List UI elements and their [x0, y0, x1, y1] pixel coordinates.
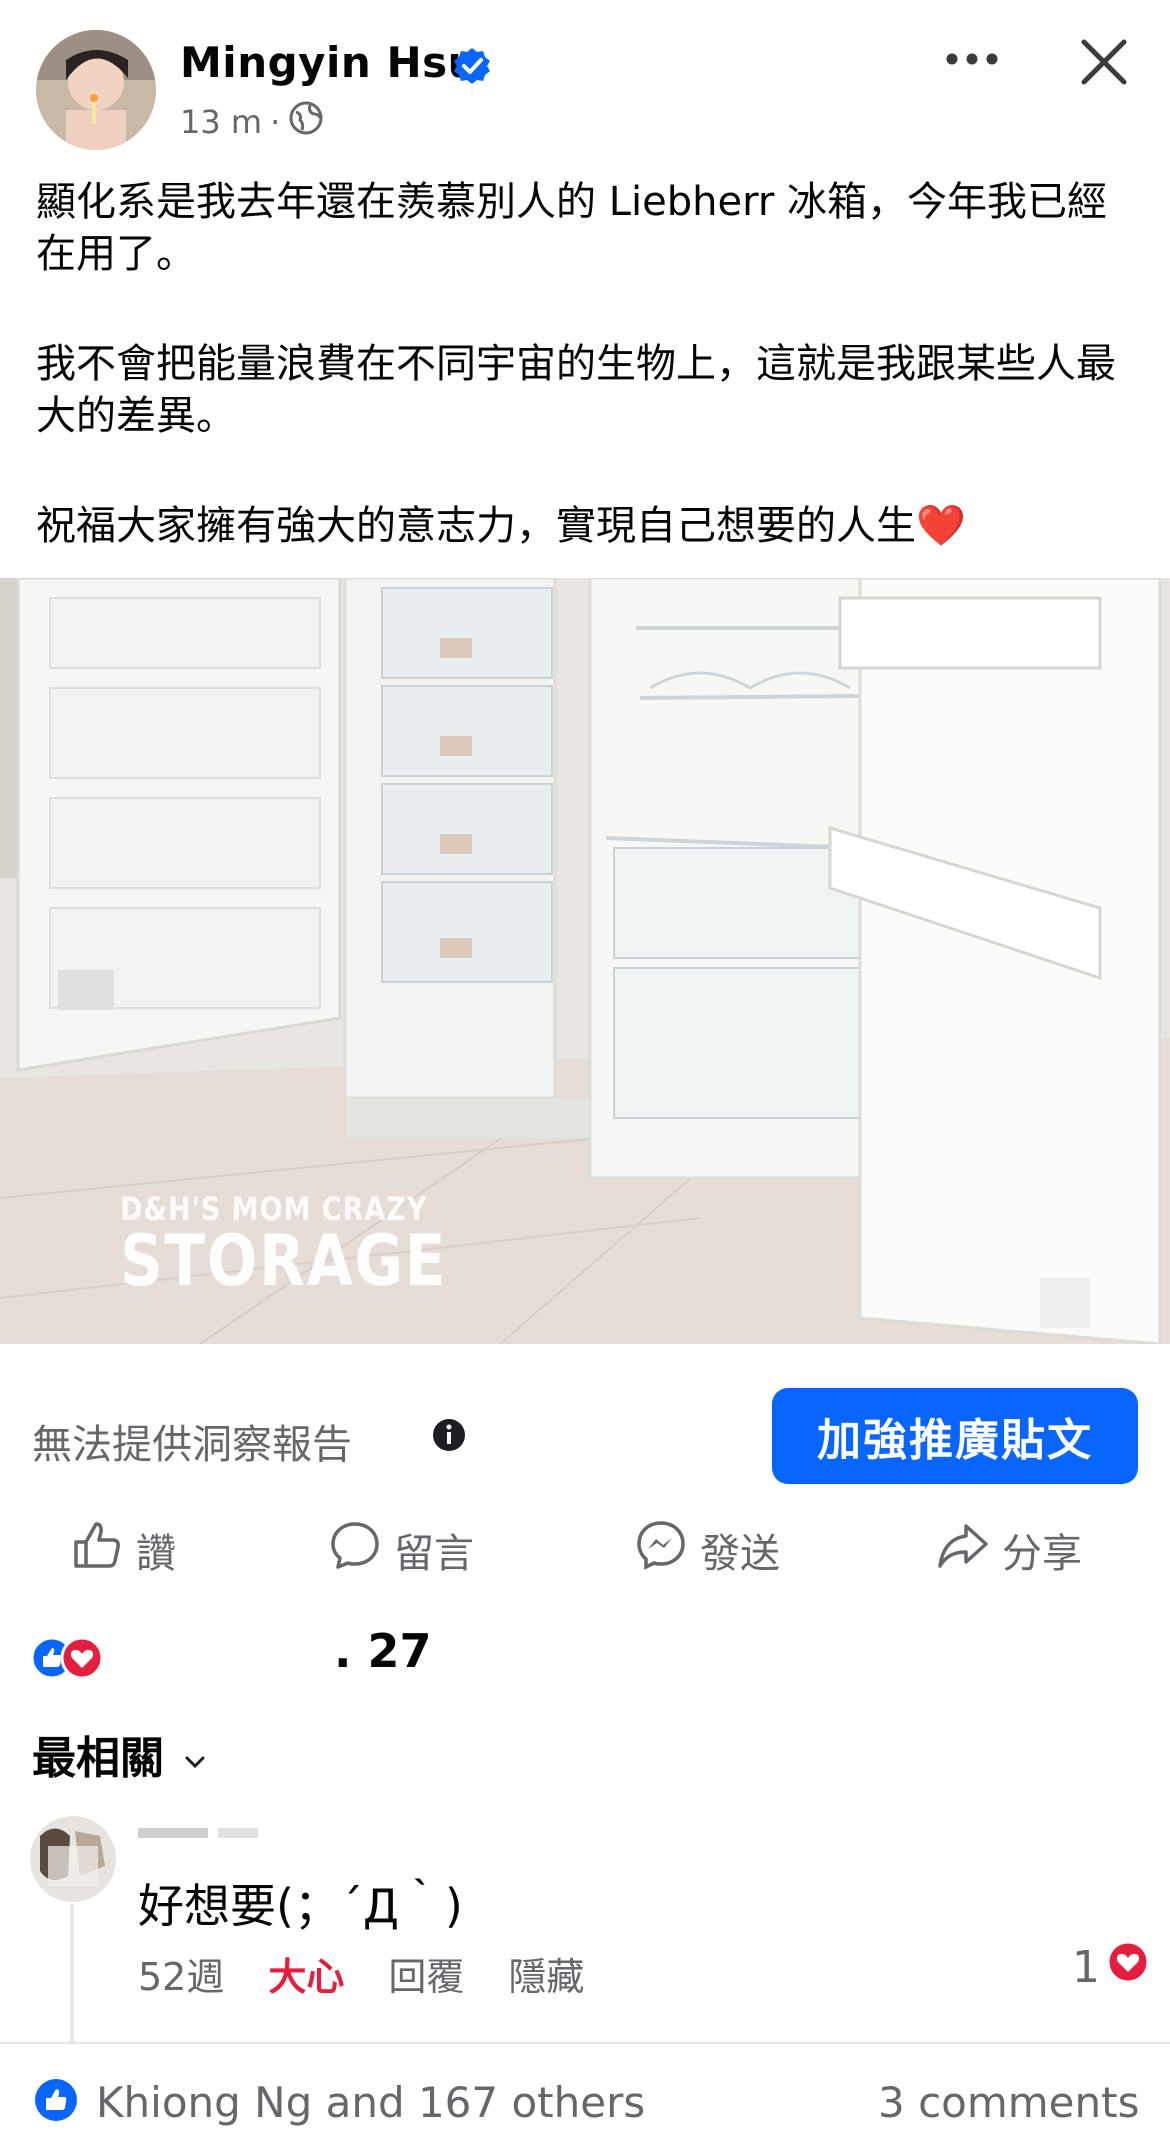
comment-hide-button[interactable]: 隱藏	[508, 1946, 584, 2001]
footer-likes-text[interactable]: Khiong Ng and 167 others	[96, 2078, 645, 2127]
comment-action[interactable]: 留言	[328, 1518, 474, 1582]
verified-badge-icon	[452, 46, 492, 86]
author-name[interactable]: Mingyin Hsu	[180, 38, 478, 87]
comment-reaction-button[interactable]: 大心	[268, 1946, 344, 2001]
heart-icon	[1106, 1940, 1150, 1995]
footer-comments-count[interactable]: 3 comments	[878, 2078, 1140, 2127]
comment-thread-line	[70, 1904, 74, 2044]
chevron-down-icon	[184, 1729, 206, 1780]
more-options-icon[interactable]	[942, 44, 1002, 74]
share-icon	[936, 1518, 990, 1582]
insights-unavailable-text: 無法提供洞察報告	[32, 1422, 352, 1468]
share-action-label: 分享	[1002, 1531, 1082, 1577]
comment-reply-button[interactable]: 回覆	[388, 1946, 464, 2001]
thumbs-up-icon	[34, 2078, 78, 2122]
author-avatar[interactable]	[36, 30, 156, 150]
thumbs-up-icon	[70, 1518, 124, 1582]
post-text-paragraph-2: 我不會把能量浪費在不同宇宙的生物上，這就是我跟某些人最大的差異。	[36, 341, 1116, 439]
send-action[interactable]: 發送	[634, 1518, 780, 1582]
comment-reaction-count[interactable]: 1	[1072, 1940, 1150, 1995]
reaction-icons[interactable]	[30, 1636, 120, 1680]
messenger-icon	[634, 1518, 688, 1582]
like-action[interactable]: 讚	[70, 1518, 176, 1582]
comment-sort-dropdown[interactable]: 最相關	[32, 1722, 206, 1786]
photo-watermark-bottom: STORAGE	[120, 1220, 448, 1302]
comment-icon	[328, 1518, 382, 1582]
comment-reaction-number: 1	[1072, 1942, 1100, 1993]
comment-text: 好想要(；´Д｀)	[138, 1879, 463, 1933]
post-text-paragraph-1: 顯化系是我去年還在羨慕別人的 Liebherr 冰箱，今年我已經在用了。	[36, 179, 1107, 277]
comment-meta: 52週 大心 回覆 隱藏	[138, 1946, 584, 2001]
close-icon[interactable]	[1076, 34, 1132, 90]
post-time[interactable]: 13 m	[180, 103, 262, 141]
info-icon[interactable]	[432, 1418, 466, 1452]
meta-separator: ·	[270, 103, 281, 141]
send-action-label: 發送	[700, 1531, 780, 1577]
like-action-label: 讚	[136, 1531, 176, 1577]
commenter-avatar[interactable]	[30, 1816, 116, 1902]
reaction-names-redacted	[128, 1628, 308, 1676]
commenter-name-redacted	[138, 1820, 288, 1844]
heart-emoji: ❤️	[916, 503, 966, 549]
comment-action-label: 留言	[394, 1531, 474, 1577]
globe-icon	[288, 100, 324, 144]
boost-post-button[interactable]: 加強推廣貼文	[772, 1388, 1138, 1484]
post-meta: 13 m ·	[180, 100, 324, 144]
share-action[interactable]: 分享	[936, 1518, 1082, 1582]
reaction-count[interactable]: . 27	[334, 1624, 432, 1678]
post-text-paragraph-3: 祝福大家擁有強大的意志力，實現自己想要的人生❤️	[36, 500, 1136, 552]
post-text-paragraph-3-text: 祝福大家擁有強大的意志力，實現自己想要的人生	[36, 503, 916, 549]
comment-sort-label: 最相關	[32, 1733, 164, 1784]
comment-time[interactable]: 52週	[138, 1946, 224, 2001]
